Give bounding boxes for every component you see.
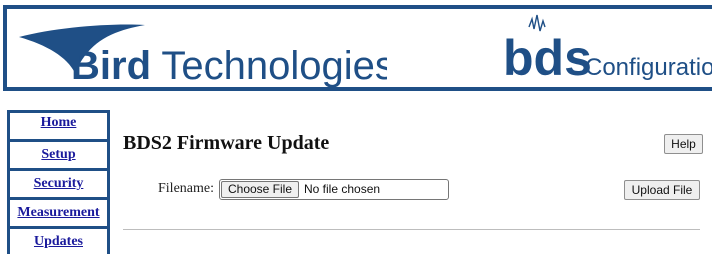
nav-item-security[interactable]: Security (10, 171, 107, 200)
nav-item-measurement[interactable]: Measurement (10, 200, 107, 229)
header-banner: Bird Technologies® bds Configuration (3, 5, 712, 91)
file-input[interactable]: Choose File No file chosen (219, 179, 449, 200)
sidebar-nav: Home Setup Security Measurement Updates (7, 110, 110, 254)
page-title: BDS2 Firmware Update (123, 132, 330, 154)
nav-item-home[interactable]: Home (10, 113, 107, 142)
nav-item-updates[interactable]: Updates (10, 229, 107, 254)
signal-icon (528, 14, 546, 32)
bird-technologies-logo: Bird Technologies® (19, 24, 387, 87)
svg-text:Configuration: Configuration (585, 54, 712, 81)
nav-item-setup[interactable]: Setup (10, 142, 107, 171)
svg-text:bds: bds (503, 30, 592, 86)
filename-label: Filename: (158, 181, 214, 196)
bds-configuration-logo: bds Configuration (503, 14, 712, 86)
upload-file-button[interactable]: Upload File (624, 180, 700, 200)
svg-text:Bird Technologies®: Bird Technologies® (71, 44, 387, 87)
divider (123, 229, 700, 230)
file-status-text: No file chosen (304, 182, 381, 196)
help-button[interactable]: Help (664, 134, 703, 154)
choose-file-button[interactable]: Choose File (221, 181, 299, 198)
page: Bird Technologies® bds Configuration Hom… (0, 0, 712, 254)
